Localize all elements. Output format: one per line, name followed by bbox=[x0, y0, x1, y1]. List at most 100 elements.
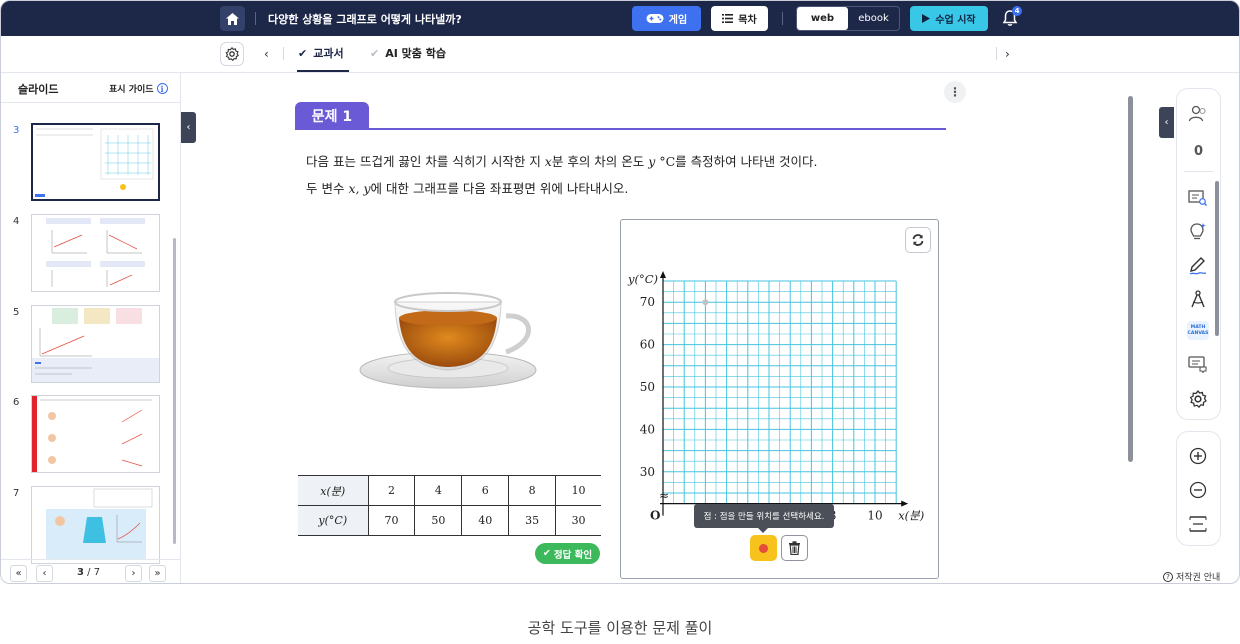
chat-button[interactable] bbox=[1187, 353, 1209, 375]
next-page-button[interactable]: › bbox=[125, 565, 142, 582]
problem-underline bbox=[295, 128, 946, 130]
slide-panel-scrollbar[interactable] bbox=[173, 238, 176, 544]
main-scrollbar[interactable] bbox=[1128, 96, 1133, 462]
origin-label: O bbox=[650, 509, 660, 523]
toggle-ebook[interactable]: ebook bbox=[848, 7, 899, 30]
var-x: x bbox=[544, 154, 552, 169]
app-window: 다양한 상황을 그래프로 어떻게 나타낼까? 게임 목차 web ebook 수… bbox=[0, 0, 1240, 584]
check-icon: ✔ bbox=[542, 548, 551, 559]
users-icon bbox=[1188, 105, 1206, 122]
home-button[interactable] bbox=[220, 6, 245, 31]
compass-tool-button[interactable] bbox=[1187, 288, 1209, 310]
collapse-slide-panel-button[interactable]: ‹ bbox=[181, 112, 196, 143]
check-answer-button[interactable]: ✔ 정답 확인 bbox=[535, 543, 600, 564]
start-class-button[interactable]: 수업 시작 bbox=[910, 6, 988, 31]
delete-tool-button[interactable] bbox=[781, 535, 808, 561]
point-tool-button[interactable] bbox=[750, 535, 777, 561]
slide-panel: 슬라이드 표시 가이드 i 3 4 5 6 7 « ‹ 3 / 7 › » bbox=[1, 73, 181, 583]
game-button[interactable]: 게임 bbox=[632, 6, 701, 31]
math-canvas-button[interactable]: MATH CANVAS bbox=[1187, 321, 1209, 340]
active-tab-indicator bbox=[297, 70, 349, 72]
axis-break-mark: ≈ bbox=[659, 489, 669, 503]
display-guide-button[interactable]: 표시 가이드 i bbox=[109, 82, 168, 95]
x-axis-label: x(분) bbox=[898, 509, 924, 523]
tab-ai-learning[interactable]: ✔ AI 맞춤 학습 bbox=[370, 45, 446, 61]
problem-text-line1: 다음 표는 뜨겁게 끓인 차를 식히기 시작한 지 x분 후의 차의 온도 y … bbox=[306, 151, 818, 170]
slide-item-7[interactable]: 7 bbox=[1, 486, 171, 566]
zoom-in-button[interactable] bbox=[1187, 445, 1209, 467]
last-page-button[interactable]: » bbox=[149, 565, 166, 582]
figure-caption: 공학 도구를 이용한 문제 풀이 bbox=[527, 619, 713, 637]
board-search-button[interactable] bbox=[1187, 187, 1209, 209]
pen-tool-button[interactable] bbox=[1187, 255, 1209, 277]
first-page-button[interactable]: « bbox=[10, 565, 27, 582]
plotted-point bbox=[702, 299, 709, 306]
text: 분 후의 차의 온도 bbox=[551, 154, 649, 169]
table-cell: 30 bbox=[555, 505, 601, 536]
tab-ai-learning-label: AI 맞춤 학습 bbox=[385, 47, 446, 60]
reset-graph-button[interactable] bbox=[905, 227, 931, 253]
divider bbox=[283, 47, 284, 60]
collapse-tools-button[interactable]: ‹ bbox=[1159, 107, 1174, 138]
compass-icon bbox=[1191, 290, 1205, 308]
text: 다음 표는 뜨겁게 끓인 차를 식히기 시작한 지 bbox=[306, 154, 545, 169]
text: 에 대한 그래프를 다음 좌표평면 위에 나타내시오. bbox=[370, 181, 629, 196]
y-axis-label: y(°C) bbox=[627, 272, 658, 286]
slide-pager: « ‹ 3 / 7 › » bbox=[1, 559, 181, 583]
data-table: x(분) 2 4 6 8 10 y(°C) 70 50 40 35 30 bbox=[298, 475, 601, 536]
tool-settings-button[interactable] bbox=[1187, 388, 1209, 410]
tabs-prev-button[interactable]: ‹ bbox=[264, 47, 269, 61]
sub-toolbar: ‹ ✔ 교과서 ✔ AI 맞춤 학습 › bbox=[1, 36, 1239, 73]
trash-icon bbox=[789, 541, 800, 555]
list-icon bbox=[722, 14, 734, 23]
slide-thumbnail bbox=[31, 123, 160, 201]
info-icon: i bbox=[156, 83, 168, 94]
slide-item-4[interactable]: 4 bbox=[1, 214, 171, 294]
slide-number: 5 bbox=[13, 307, 20, 318]
slide-thumbnail bbox=[31, 305, 160, 383]
x-axis-arrow bbox=[901, 500, 909, 507]
slide-item-3[interactable]: 3 bbox=[1, 123, 171, 203]
slide-thumbnail bbox=[31, 486, 160, 564]
zoom-out-button[interactable] bbox=[1187, 479, 1209, 501]
more-options-button[interactable]: ⋮ bbox=[944, 81, 966, 103]
slide-number: 3 bbox=[13, 125, 20, 136]
display-guide-label: 표시 가이드 bbox=[109, 85, 154, 95]
refresh-icon bbox=[912, 234, 924, 246]
copyright-info-link[interactable]: ? 저작권 안내 bbox=[1163, 570, 1220, 583]
y-tick-label: 50 bbox=[640, 380, 655, 394]
divider bbox=[255, 12, 256, 25]
y-tick-label: 30 bbox=[640, 465, 655, 479]
slide-item-6[interactable]: 6 bbox=[1, 395, 171, 475]
table-cell: 35 bbox=[508, 505, 557, 536]
divider bbox=[996, 47, 997, 60]
slide-item-5[interactable]: 5 bbox=[1, 305, 171, 385]
participants-button[interactable] bbox=[1187, 103, 1209, 125]
slide-thumbnail bbox=[31, 395, 160, 473]
check-answer-label: 정답 확인 bbox=[553, 549, 593, 561]
participant-count: 0 bbox=[1193, 144, 1204, 159]
zoom-out-icon bbox=[1189, 481, 1207, 499]
settings-button[interactable] bbox=[220, 42, 244, 66]
table-cell: 8 bbox=[508, 475, 557, 506]
var-y: y bbox=[648, 154, 656, 169]
copyright-label: 저작권 안내 bbox=[1176, 573, 1221, 583]
hint-button[interactable] bbox=[1187, 221, 1209, 243]
toc-button[interactable]: 목차 bbox=[711, 6, 768, 31]
tabs-next-button[interactable]: › bbox=[1005, 47, 1010, 61]
gamepad-icon bbox=[646, 14, 664, 23]
start-class-label: 수업 시작 bbox=[935, 15, 976, 26]
tab-textbook[interactable]: ✔ 교과서 bbox=[298, 45, 344, 61]
tab-textbook-label: 교과서 bbox=[313, 47, 344, 60]
slide-number: 4 bbox=[13, 216, 20, 227]
toggle-web[interactable]: web bbox=[797, 7, 848, 30]
problem-tag: 문제 1 bbox=[295, 102, 369, 129]
top-bar: 다양한 상황을 그래프로 어떻게 나타낼까? 게임 목차 web ebook 수… bbox=[1, 1, 1239, 36]
table-row: x(분) 2 4 6 8 10 bbox=[298, 475, 601, 506]
prev-page-button[interactable]: ‹ bbox=[36, 565, 53, 582]
tool-palette-scrollbar[interactable] bbox=[1215, 181, 1219, 336]
math-canvas-label-2: CANVAS bbox=[1187, 330, 1209, 336]
fit-height-button[interactable] bbox=[1187, 513, 1209, 535]
y-tick-label: 70 bbox=[640, 295, 655, 309]
text: 두 변수 bbox=[306, 181, 349, 196]
